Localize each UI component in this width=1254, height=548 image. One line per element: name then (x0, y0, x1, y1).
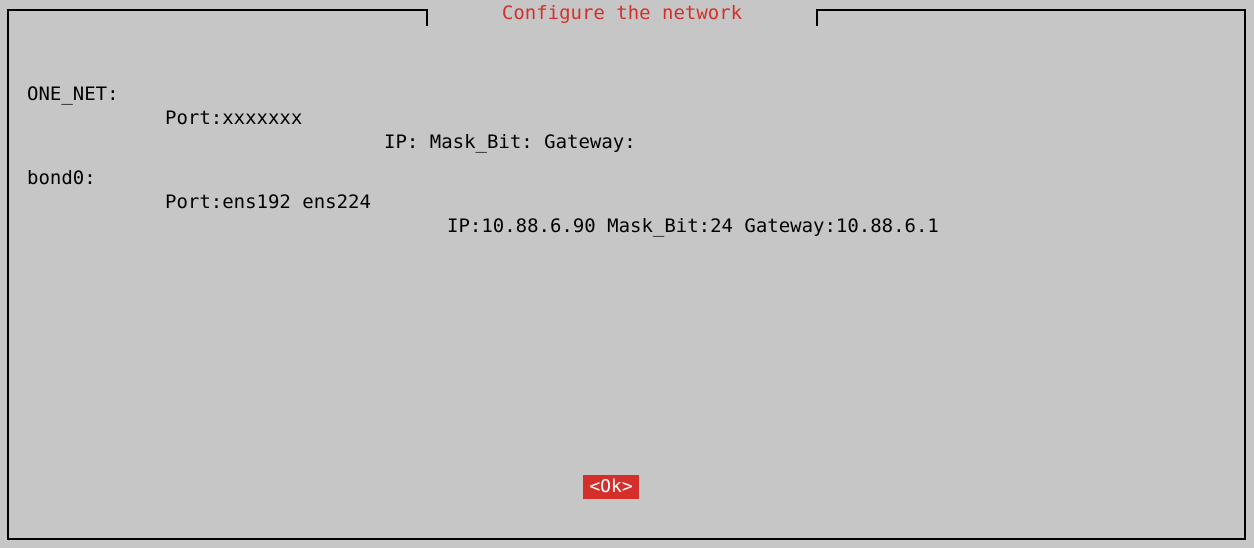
interface-port: Port:ens192 ens224 (165, 191, 371, 213)
interface-addressing: IP: Mask_Bit: Gateway: (384, 131, 636, 153)
title-divider-right (816, 9, 818, 26)
interface-row-one-net: ONE_NET: Port:xxxxxxx IP: Mask_Bit: Gate… (27, 58, 636, 153)
dialog-frame (7, 9, 1246, 540)
ok-button[interactable]: <Ok> (583, 475, 639, 499)
interface-addressing: IP:10.88.6.90 Mask_Bit:24 Gateway:10.88.… (447, 215, 939, 237)
interface-name: bond0: (27, 167, 96, 189)
interface-name: ONE_NET: (27, 83, 119, 105)
interface-row-bond0: bond0: Port:ens192 ens224 IP:10.88.6.90 … (27, 142, 939, 237)
dialog-title: Configure the network (501, 2, 743, 24)
interface-port: Port:xxxxxxx (165, 107, 303, 129)
